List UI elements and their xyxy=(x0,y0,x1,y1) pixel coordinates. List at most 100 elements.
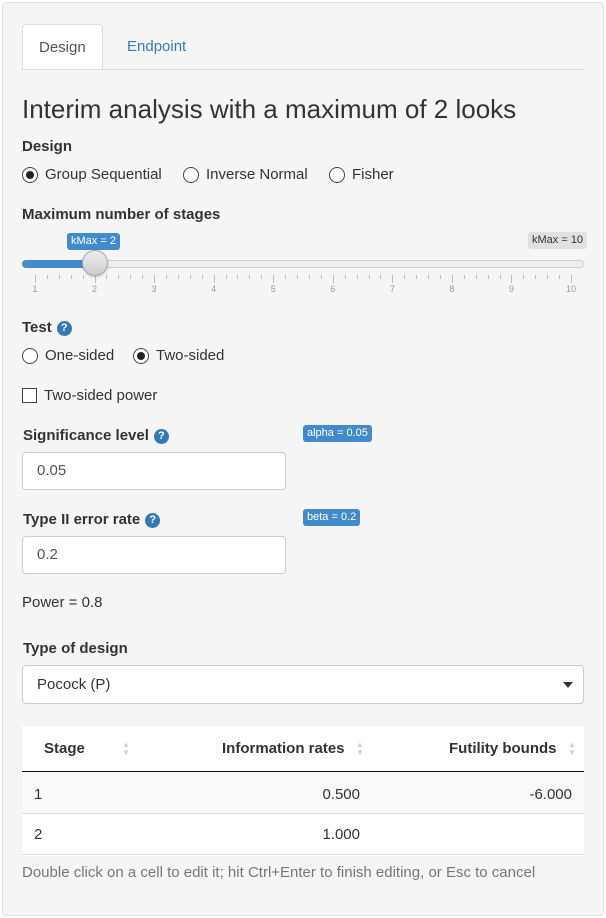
slider-minor-tick xyxy=(404,275,406,279)
slider-minor-tick xyxy=(475,275,477,279)
slider-tick xyxy=(154,275,156,283)
slider-max-badge: kMax = 10 xyxy=(528,232,588,249)
design-option-fisher[interactable]: Fisher xyxy=(329,166,394,183)
table-cell[interactable]: 2 xyxy=(34,826,42,843)
type-of-design-select[interactable]: Pocock (P) xyxy=(22,665,584,704)
slider-minor-tick xyxy=(189,275,191,279)
slider-minor-tick xyxy=(535,275,537,279)
slider-minor-tick xyxy=(177,275,179,279)
slider-minor-tick xyxy=(416,275,418,279)
table-cell[interactable]: 1 xyxy=(34,786,42,803)
stages-label: Maximum number of stages xyxy=(22,206,221,223)
design-option-label: Fisher xyxy=(352,166,394,183)
slider-minor-tick xyxy=(225,275,227,279)
slider-minor-tick xyxy=(487,275,489,279)
slider-tick-label: 4 xyxy=(211,284,217,294)
design-option-inverse-normal[interactable]: Inverse Normal xyxy=(183,166,308,183)
slider-tick-label: 8 xyxy=(449,284,455,294)
beta-badge: beta = 0.2 xyxy=(303,509,361,526)
power-text: Power = 0.8 xyxy=(22,594,103,611)
page-title: Interim analysis with a maximum of 2 loo… xyxy=(22,94,517,124)
test-option-one-sided[interactable]: One-sided xyxy=(22,347,114,364)
type2-input[interactable]: 0.2 xyxy=(22,536,286,574)
radio-selected[interactable] xyxy=(22,166,38,183)
question-circle-icon[interactable]: ? xyxy=(56,321,72,336)
slider-minor-tick xyxy=(439,275,441,279)
slider-minor-tick xyxy=(320,275,322,279)
test-option-two-sided[interactable]: Two-sided xyxy=(133,347,224,364)
slider-minor-tick xyxy=(297,275,299,279)
question-circle-icon[interactable]: ? xyxy=(153,429,169,444)
significance-label: Significance level xyxy=(23,427,149,444)
slider-tick xyxy=(511,275,513,283)
tab-endpoint[interactable]: Endpoint xyxy=(111,24,202,70)
caret-down-icon xyxy=(563,682,573,688)
slider-minor-tick xyxy=(368,275,370,279)
row-divider xyxy=(22,854,584,855)
slider-tick xyxy=(332,275,334,283)
slider-handle[interactable] xyxy=(81,250,108,276)
radio-unselected[interactable] xyxy=(22,347,38,364)
significance-input[interactable]: 0.05 xyxy=(22,452,286,490)
slider-minor-tick xyxy=(523,275,525,279)
slider-tick xyxy=(571,275,572,283)
col-header-stage[interactable]: Stage xyxy=(44,740,85,757)
tab-design[interactable]: Design xyxy=(22,24,103,70)
slider-tick xyxy=(35,275,36,283)
slider-minor-tick xyxy=(106,275,108,279)
slider-minor-tick xyxy=(118,275,120,279)
question-circle-icon[interactable]: ? xyxy=(145,513,161,528)
slider-tick-label: 7 xyxy=(389,284,395,294)
slider-minor-tick xyxy=(166,275,168,279)
sort-icon[interactable]: ▲ ▼ xyxy=(356,741,364,757)
slider-tick-label: 10 xyxy=(565,284,576,294)
tabs-divider xyxy=(21,69,584,70)
checkbox[interactable] xyxy=(22,388,37,403)
slider-minor-tick xyxy=(130,275,132,279)
table-cell[interactable]: -6.000 xyxy=(452,786,572,803)
two-sided-power-checkbox[interactable]: Two-sided power xyxy=(22,387,157,404)
slider-tick-label: 6 xyxy=(330,284,336,294)
slider-minor-tick xyxy=(261,275,263,279)
table-cell[interactable]: 0.500 xyxy=(240,786,360,803)
slider-minor-tick xyxy=(237,275,239,279)
radio-selected[interactable] xyxy=(133,347,149,364)
test-option-label: One-sided xyxy=(45,347,115,364)
test-option-label: Two-sided xyxy=(156,347,225,364)
col-header-futility-bounds[interactable]: Futility bounds xyxy=(449,740,556,757)
significance-label-row: Significance level? xyxy=(23,427,169,444)
radio-unselected[interactable] xyxy=(329,166,345,183)
slider-minor-tick xyxy=(499,275,501,279)
slider-minor-tick xyxy=(142,275,144,279)
design-option-group-sequential[interactable]: Group Sequential xyxy=(22,166,162,183)
slider-minor-tick xyxy=(58,275,60,279)
slider-minor-tick xyxy=(559,275,561,279)
slider-minor-tick xyxy=(356,275,358,279)
test-label-row: Test? xyxy=(22,319,72,336)
checkbox-label: Two-sided power xyxy=(44,387,158,404)
select-value: Pocock (P) xyxy=(37,676,111,693)
type2-label-row: Type II error rate? xyxy=(23,511,161,528)
slider-minor-tick xyxy=(428,275,430,279)
slider-minor-tick xyxy=(380,275,382,279)
table-cell[interactable]: 1.000 xyxy=(240,826,360,843)
slider-minor-tick xyxy=(82,275,84,279)
slider-tick-label: 2 xyxy=(92,284,98,294)
test-label: Test xyxy=(22,319,52,336)
table-help-note: Double click on a cell to edit it; hit C… xyxy=(22,864,536,881)
design-option-label: Group Sequential xyxy=(45,166,162,183)
slider-minor-tick xyxy=(344,275,346,279)
slider-tick xyxy=(94,275,96,283)
slider-tick-label: 1 xyxy=(32,284,38,294)
col-header-information-rates[interactable]: Information rates xyxy=(222,740,345,757)
design-label: Design xyxy=(22,138,73,155)
sort-icon[interactable]: ▲ ▼ xyxy=(122,741,130,757)
slider-minor-tick xyxy=(46,275,48,279)
slider-tick-label: 3 xyxy=(151,284,157,294)
sort-icon[interactable]: ▲ ▼ xyxy=(568,741,576,757)
slider-minor-tick xyxy=(201,275,203,279)
slider-minor-tick xyxy=(463,275,465,279)
alpha-badge: alpha = 0.05 xyxy=(303,425,372,442)
radio-unselected[interactable] xyxy=(183,166,199,183)
slider-value-badge: kMax = 2 xyxy=(67,233,120,250)
